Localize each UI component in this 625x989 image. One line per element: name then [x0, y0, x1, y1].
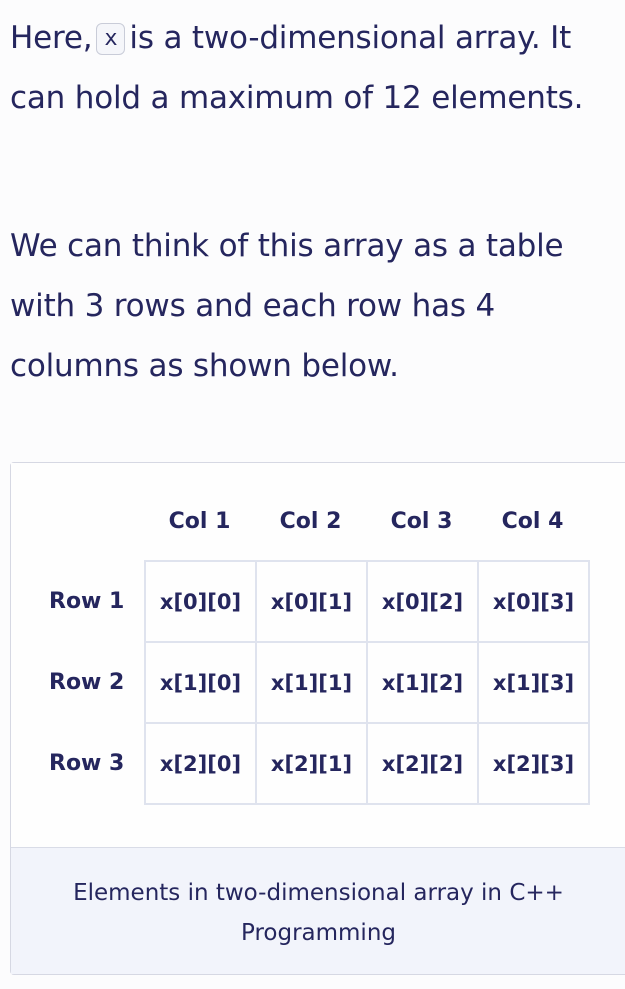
caption-text: Elements in two-dimensional array in C++…	[73, 880, 564, 946]
grid-cell: x[0][0]	[144, 560, 257, 643]
grid-cell: x[1][3]	[477, 641, 590, 724]
grid-row-2: x[1][0] x[1][1] x[1][2] x[1][3]	[144, 641, 590, 724]
intro-paragraph: Here, x is a two-dimensional array. It can…	[10, 8, 622, 128]
grid-cell: x[1][0]	[144, 641, 257, 724]
row-header-3: Row 3	[49, 751, 125, 776]
col-header-1: Col 1	[168, 509, 231, 534]
col-header-4: Col 4	[501, 509, 564, 534]
row-header-1: Row 1	[49, 589, 125, 614]
array-grid: x[0][0] x[0][1] x[0][2] x[0][3] x[1][0] …	[144, 560, 590, 805]
col-header-2: Col 2	[279, 509, 342, 534]
grid-cell: x[0][3]	[477, 560, 590, 643]
figure-caption: Elements in two-dimensional array in C++…	[11, 847, 625, 974]
intro-prefix: Here,	[10, 20, 93, 56]
table-explanation-paragraph: We can think of this array as a table wi…	[10, 228, 564, 384]
array-figure: Col 1 Col 2 Col 3 Col 4 Row 1 Row 2 Row …	[10, 462, 625, 975]
grid-row-1: x[0][0] x[0][1] x[0][2] x[0][3]	[144, 560, 590, 643]
grid-cell: x[2][0]	[144, 722, 257, 805]
grid-cell: x[2][1]	[255, 722, 368, 805]
grid-cell: x[0][2]	[366, 560, 479, 643]
grid-cell: x[1][2]	[366, 641, 479, 724]
grid-cell: x[0][1]	[255, 560, 368, 643]
grid-cell: x[1][1]	[255, 641, 368, 724]
grid-cell: x[2][2]	[366, 722, 479, 805]
grid-row-3: x[2][0] x[2][1] x[2][2] x[2][3]	[144, 722, 590, 805]
row-header-2: Row 2	[49, 670, 125, 695]
inline-code-x: x	[96, 23, 126, 55]
array-diagram: Col 1 Col 2 Col 3 Col 4 Row 1 Row 2 Row …	[11, 463, 625, 847]
grid-cell: x[2][3]	[477, 722, 590, 805]
col-header-3: Col 3	[390, 509, 453, 534]
